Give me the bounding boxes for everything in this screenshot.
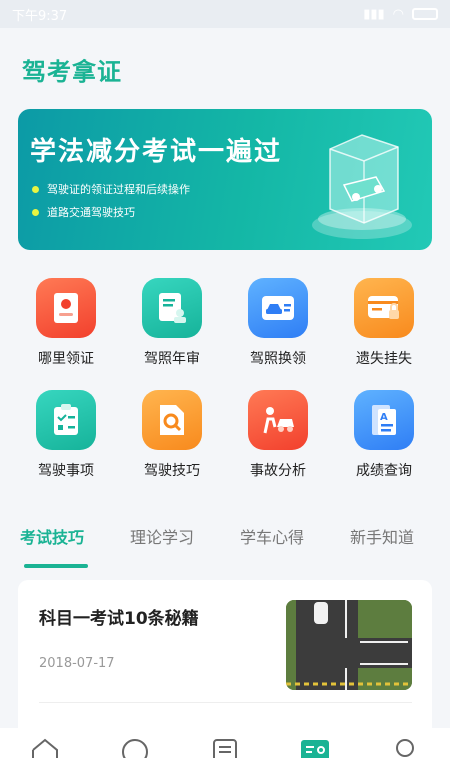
profile-icon [396,739,414,757]
active-tab-indicator [24,564,88,568]
tab-learning-experience[interactable]: 学车心得 [240,524,304,548]
service-where-to-get-license[interactable]: 哪里领证 [16,278,116,368]
service-label: 驾驶事项 [38,463,94,479]
article-date: 2018-07-17 [39,656,115,671]
accident-icon [248,390,308,450]
service-driving-notes[interactable]: 驾驶事项 [16,390,116,480]
signal-icon: ▮▮▮ [363,6,385,22]
service-license-renewal[interactable]: 驾照换领 [228,278,328,368]
list-icon [213,739,237,758]
nav-chat[interactable] [115,738,155,758]
checklist-icon [36,390,96,450]
banner-point: 驾驶证的领证过程和后续操作 [32,181,190,197]
report-icon: A [354,390,414,450]
document-person-icon [142,278,202,338]
tab-theory[interactable]: 理论学习 [130,524,194,548]
banner-point: 道路交通驾驶技巧 [32,204,135,220]
article-title: 科目一考试10条秘籍 [39,609,199,629]
banner-point-text: 道路交通驾驶技巧 [47,206,135,219]
wifi-icon: ◠ [392,6,404,22]
chat-icon [122,739,148,758]
card-lock-icon [354,278,414,338]
banner-title: 学法减分考试一遍过 [28,131,283,168]
page-title: 驾考拿证 [22,58,122,86]
service-accident-analysis[interactable]: 事故分析 [228,390,328,480]
service-label: 成绩查询 [356,463,412,479]
service-label: 哪里领证 [38,351,94,367]
nav-home[interactable] [25,738,65,758]
service-label: 驾驶技巧 [144,463,200,479]
article-card[interactable]: 科目一考试10条秘籍 2018-07-17 [18,580,432,730]
banner-title-text: 学法减分考试一遍过 [30,137,283,167]
service-label: 事故分析 [250,463,306,479]
nav-guide[interactable] [295,738,335,758]
service-grid: 哪里领证 驾照年审 驾照换领 遗失挂失 驾驶事项 驾驶技巧 事故分析 A 成绩查… [0,278,450,490]
status-time: 下午9:37 [12,8,68,24]
service-label: 遗失挂失 [356,351,412,367]
tab-beginner-guide[interactable]: 新手知道 [350,524,414,548]
service-label: 驾照年审 [144,351,200,367]
status-icons: ▮▮▮ ◠ [363,7,438,22]
guide-icon [301,740,329,758]
svg-text:A: A [380,412,388,423]
glass-cube-car-icon [312,134,412,239]
home-icon [32,738,58,758]
banner-point-text: 驾驶证的领证过程和后续操作 [47,183,190,196]
promo-banner[interactable]: 学法减分考试一遍过 驾驶证的领证过程和后续操作 道路交通驾驶技巧 [18,109,432,250]
tab-exam-tips[interactable]: 考试技巧 [20,524,84,548]
battery-icon [412,8,438,20]
nav-profile[interactable] [385,738,425,758]
service-label: 驾照换领 [250,351,306,367]
bullet-dot [32,185,39,193]
search-doc-icon [142,390,202,450]
service-driving-tips[interactable]: 驾驶技巧 [122,390,222,480]
service-score-query[interactable]: A 成绩查询 [334,390,434,480]
service-loss-report[interactable]: 遗失挂失 [334,278,434,368]
status-bar: 下午9:37 ▮▮▮ ◠ [0,0,450,28]
article-thumbnail [286,600,412,690]
article-tabs: 考试技巧 理论学习 学车心得 新手知道 [0,524,450,568]
car-card-icon [248,278,308,338]
license-badge-icon [36,278,96,338]
service-annual-review[interactable]: 驾照年审 [122,278,222,368]
card-divider [39,702,412,703]
bottom-nav [0,728,450,758]
bullet-dot [32,208,39,216]
nav-list[interactable] [205,738,245,758]
